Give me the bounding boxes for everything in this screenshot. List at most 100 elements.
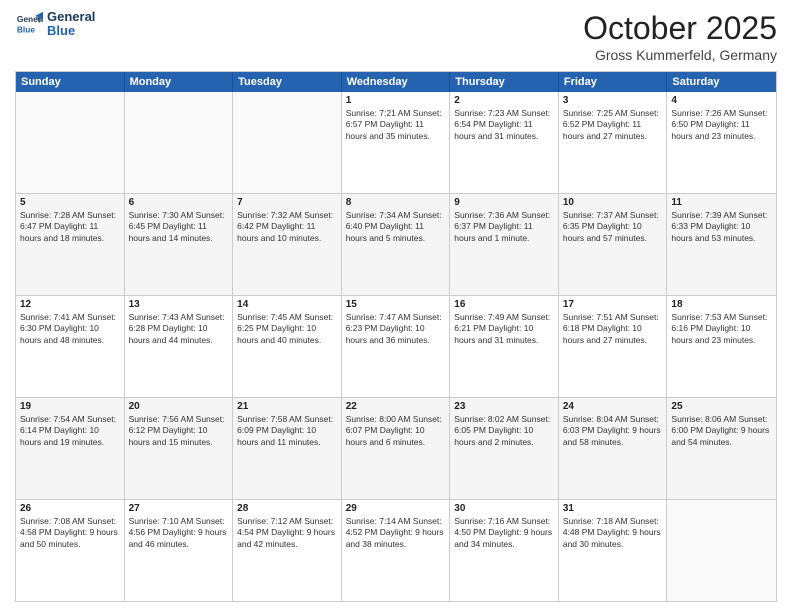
day-number: 20 — [129, 401, 229, 412]
daylight-hours: Sunrise: 7:51 AM Sunset: 6:18 PM Dayligh… — [563, 312, 663, 346]
calendar-cell-1-0: 5Sunrise: 7:28 AM Sunset: 6:47 PM Daylig… — [16, 194, 125, 295]
calendar-cell-0-0 — [16, 92, 125, 193]
day-number: 31 — [563, 503, 663, 514]
daylight-hours: Sunrise: 7:39 AM Sunset: 6:33 PM Dayligh… — [671, 210, 772, 244]
calendar-cell-3-1: 20Sunrise: 7:56 AM Sunset: 6:12 PM Dayli… — [125, 398, 234, 499]
daylight-hours: Sunrise: 7:53 AM Sunset: 6:16 PM Dayligh… — [671, 312, 772, 346]
header-sunday: Sunday — [16, 72, 125, 92]
day-number: 7 — [237, 197, 337, 208]
logo-general: General — [47, 10, 95, 24]
svg-text:Blue: Blue — [17, 25, 35, 35]
day-number: 11 — [671, 197, 772, 208]
daylight-hours: Sunrise: 8:02 AM Sunset: 6:05 PM Dayligh… — [454, 414, 554, 448]
day-number: 28 — [237, 503, 337, 514]
calendar-cell-3-5: 24Sunrise: 8:04 AM Sunset: 6:03 PM Dayli… — [559, 398, 668, 499]
day-number: 21 — [237, 401, 337, 412]
calendar-cell-4-0: 26 Sunrise: 7:08 AM Sunset: 4:58 PM Dayli… — [16, 500, 125, 601]
calendar-cell-1-3: 8 Sunrise: 7:34 AM Sunset: 6:40 PM Daylig… — [342, 194, 451, 295]
header-friday: Friday — [559, 72, 668, 92]
calendar-cell-0-1 — [125, 92, 234, 193]
daylight-hours: Sunrise: 8:04 AM Sunset: 6:03 PM Dayligh… — [563, 414, 663, 448]
calendar-row-4: 26 Sunrise: 7:08 AM Sunset: 4:58 PM Dayli… — [16, 500, 776, 601]
day-number: 27 — [129, 503, 229, 514]
calendar-cell-0-2 — [233, 92, 342, 193]
calendar-cell-3-0: 19 Sunrise: 7:54 AM Sunset: 6:14 PM Dayli… — [16, 398, 125, 499]
day-number: 5 — [20, 197, 120, 208]
calendar-cell-1-5: 10Sunrise: 7:37 AM Sunset: 6:35 PM Dayli… — [559, 194, 668, 295]
day-number: 4 — [671, 95, 772, 106]
day-number: 12 — [20, 299, 120, 310]
daylight-hours: Sunrise: 7:54 AM Sunset: 6:14 PM Dayligh… — [20, 414, 120, 448]
calendar-cell-4-6 — [667, 500, 776, 601]
calendar-cell-3-2: 21 Sunrise: 7:58 AM Sunset: 6:09 PM Dayli… — [233, 398, 342, 499]
calendar-cell-4-2: 28Sunrise: 7:12 AM Sunset: 4:54 PM Dayli… — [233, 500, 342, 601]
logo: General Blue General Blue — [15, 10, 95, 39]
daylight-hours: Sunrise: 7:47 AM Sunset: 6:23 PM Dayligh… — [346, 312, 446, 346]
day-number: 22 — [346, 401, 446, 412]
calendar-row-1: 5Sunrise: 7:28 AM Sunset: 6:47 PM Daylig… — [16, 194, 776, 296]
calendar-cell-1-2: 7 Sunrise: 7:32 AM Sunset: 6:42 PM Daylig… — [233, 194, 342, 295]
calendar-cell-1-4: 9 Sunrise: 7:36 AM Sunset: 6:37 PM Daylig… — [450, 194, 559, 295]
calendar-cell-2-3: 15 Sunrise: 7:47 AM Sunset: 6:23 PM Dayli… — [342, 296, 451, 397]
calendar-body: 1Sunrise: 7:21 AM Sunset: 6:57 PM Daylig… — [16, 92, 776, 601]
calendar-cell-4-3: 29 Sunrise: 7:14 AM Sunset: 4:52 PM Dayli… — [342, 500, 451, 601]
day-number: 14 — [237, 299, 337, 310]
daylight-hours: Sunrise: 7:36 AM Sunset: 6:37 PM Dayligh… — [454, 210, 554, 244]
day-number: 8 — [346, 197, 446, 208]
daylight-hours: Sunrise: 7:18 AM Sunset: 4:48 PM Dayligh… — [563, 516, 663, 550]
calendar-cell-3-3: 22 Sunrise: 8:00 AM Sunset: 6:07 PM Dayli… — [342, 398, 451, 499]
daylight-hours: Sunrise: 7:41 AM Sunset: 6:30 PM Dayligh… — [20, 312, 120, 346]
calendar-row-2: 12 Sunrise: 7:41 AM Sunset: 6:30 PM Dayli… — [16, 296, 776, 398]
calendar-cell-3-6: 25Sunrise: 8:06 AM Sunset: 6:00 PM Dayli… — [667, 398, 776, 499]
page: General Blue General Blue October 2025 G… — [0, 0, 792, 612]
daylight-hours: Sunrise: 7:16 AM Sunset: 4:50 PM Dayligh… — [454, 516, 554, 550]
daylight-hours: Sunrise: 8:00 AM Sunset: 6:07 PM Dayligh… — [346, 414, 446, 448]
daylight-hours: Sunrise: 7:34 AM Sunset: 6:40 PM Dayligh… — [346, 210, 446, 244]
day-number: 18 — [671, 299, 772, 310]
daylight-hours: Sunrise: 7:26 AM Sunset: 6:50 PM Dayligh… — [671, 108, 772, 142]
day-number: 29 — [346, 503, 446, 514]
day-number: 25 — [671, 401, 772, 412]
header: General Blue General Blue October 2025 G… — [15, 10, 777, 63]
calendar-row-0: 1Sunrise: 7:21 AM Sunset: 6:57 PM Daylig… — [16, 92, 776, 194]
daylight-hours: Sunrise: 7:10 AM Sunset: 4:56 PM Dayligh… — [129, 516, 229, 550]
day-number: 13 — [129, 299, 229, 310]
calendar-cell-0-6: 4 Sunrise: 7:26 AM Sunset: 6:50 PM Daylig… — [667, 92, 776, 193]
location: Gross Kummerfeld, Germany — [583, 47, 777, 63]
calendar-cell-2-2: 14 Sunrise: 7:45 AM Sunset: 6:25 PM Dayli… — [233, 296, 342, 397]
calendar-cell-3-4: 23 Sunrise: 8:02 AM Sunset: 6:05 PM Dayli… — [450, 398, 559, 499]
daylight-hours: Sunrise: 7:45 AM Sunset: 6:25 PM Dayligh… — [237, 312, 337, 346]
day-number: 1 — [346, 95, 446, 106]
day-number: 30 — [454, 503, 554, 514]
calendar-cell-2-5: 17Sunrise: 7:51 AM Sunset: 6:18 PM Dayli… — [559, 296, 668, 397]
daylight-hours: Sunrise: 7:14 AM Sunset: 4:52 PM Dayligh… — [346, 516, 446, 550]
calendar-cell-4-5: 31 Sunrise: 7:18 AM Sunset: 4:48 PM Dayli… — [559, 500, 668, 601]
header-wednesday: Wednesday — [342, 72, 451, 92]
daylight-hours: Sunrise: 7:25 AM Sunset: 6:52 PM Dayligh… — [563, 108, 663, 142]
day-number: 23 — [454, 401, 554, 412]
daylight-hours: Sunrise: 7:49 AM Sunset: 6:21 PM Dayligh… — [454, 312, 554, 346]
daylight-hours: Sunrise: 7:32 AM Sunset: 6:42 PM Dayligh… — [237, 210, 337, 244]
daylight-hours: Sunrise: 7:30 AM Sunset: 6:45 PM Dayligh… — [129, 210, 229, 244]
calendar-row-3: 19 Sunrise: 7:54 AM Sunset: 6:14 PM Dayli… — [16, 398, 776, 500]
daylight-hours: Sunrise: 7:58 AM Sunset: 6:09 PM Dayligh… — [237, 414, 337, 448]
calendar-cell-1-1: 6Sunrise: 7:30 AM Sunset: 6:45 PM Daylig… — [125, 194, 234, 295]
calendar-cell-0-3: 1Sunrise: 7:21 AM Sunset: 6:57 PM Daylig… — [342, 92, 451, 193]
day-number: 3 — [563, 95, 663, 106]
header-saturday: Saturday — [667, 72, 776, 92]
daylight-hours: Sunrise: 7:43 AM Sunset: 6:28 PM Dayligh… — [129, 312, 229, 346]
day-number: 19 — [20, 401, 120, 412]
calendar: Sunday Monday Tuesday Wednesday Thursday… — [15, 71, 777, 602]
logo-icon: General Blue — [15, 10, 43, 38]
day-number: 9 — [454, 197, 554, 208]
calendar-cell-4-4: 30 Sunrise: 7:16 AM Sunset: 4:50 PM Dayli… — [450, 500, 559, 601]
calendar-header: Sunday Monday Tuesday Wednesday Thursday… — [16, 72, 776, 92]
day-number: 15 — [346, 299, 446, 310]
daylight-hours: Sunrise: 7:08 AM Sunset: 4:58 PM Dayligh… — [20, 516, 120, 550]
logo-blue: Blue — [47, 24, 95, 38]
day-number: 16 — [454, 299, 554, 310]
calendar-cell-2-0: 12 Sunrise: 7:41 AM Sunset: 6:30 PM Dayli… — [16, 296, 125, 397]
title-block: October 2025 Gross Kummerfeld, Germany — [583, 10, 777, 63]
day-number: 26 — [20, 503, 120, 514]
day-number: 10 — [563, 197, 663, 208]
